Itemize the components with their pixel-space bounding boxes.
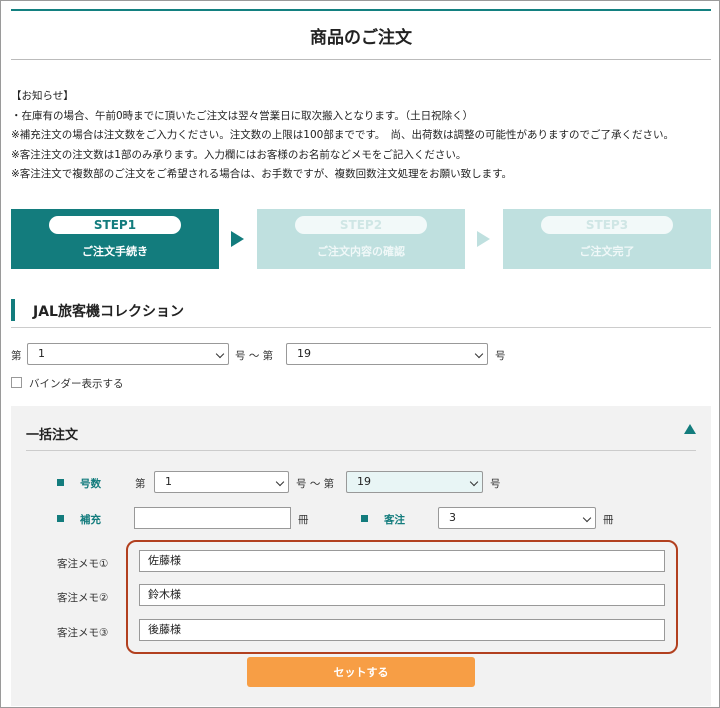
binder-label: バインダー表示する [29, 378, 124, 390]
notice-line: ※客注注文の注文数は1部のみ承ります。入力欄にはお客様のお名前などメモをご記入く… [11, 148, 467, 161]
issue-suffix: 号 [490, 478, 501, 490]
customer-order-value: 3 [449, 511, 456, 524]
square-bullet-icon [57, 479, 64, 486]
notice-line: ・在庫有の場合、午前0時までに頂いたご注文は翌々営業日に取次搬入となります。（土… [11, 109, 474, 122]
bulk-to-select[interactable]: 19 [346, 471, 483, 493]
range-to-value: 19 [297, 347, 311, 360]
section-accent-bar [11, 299, 15, 321]
step-2: STEP2 ご注文内容の確認 [257, 209, 465, 269]
step-arrow-icon [477, 231, 490, 247]
range-suffix: 号 [495, 350, 506, 362]
chevron-down-icon [474, 349, 484, 359]
set-button[interactable]: セットする [247, 657, 475, 687]
step-indicator: STEP1 ご注文手続き STEP2 ご注文内容の確認 STEP3 ご注文完了 [11, 209, 711, 269]
notice-line: 【お知らせ】 [11, 90, 74, 102]
customer-order-label: 客注 [384, 514, 405, 526]
collapse-triangle-icon[interactable] [684, 424, 696, 434]
memo-1-label: 客注メモ① [57, 558, 109, 570]
binder-checkbox[interactable] [11, 377, 22, 388]
step-3-number: STEP3 [541, 216, 673, 234]
step-1: STEP1 ご注文手続き [11, 209, 219, 269]
section-title: JAL旅客機コレクション [33, 304, 184, 320]
step-3: STEP3 ご注文完了 [503, 209, 711, 269]
notice-line: ※補充注文の場合は注文数をご入力ください。注文数の上限は100部までです。 尚、… [11, 129, 675, 141]
chevron-down-icon [582, 513, 592, 523]
section-header: JAL旅客機コレクション [11, 297, 711, 328]
step-3-label: ご注文完了 [579, 245, 635, 258]
notice-line: ※客注注文で複数部のご注文をご希望される場合は、お手数ですが、複数回数注文処理を… [11, 168, 513, 180]
square-bullet-icon [57, 515, 64, 522]
chevron-down-icon [469, 477, 479, 487]
square-bullet-icon [361, 515, 368, 522]
customer-order-select[interactable]: 3 [438, 507, 596, 529]
memo-2-label: 客注メモ② [57, 592, 109, 604]
issue-label: 号数 [80, 478, 101, 490]
range-from-select[interactable]: 1 [27, 343, 229, 365]
refill-label: 補充 [80, 514, 101, 526]
bulk-order-panel: 一括注文 号数 第 1 号 〜 第 19 号 補充 冊 客注 3 冊 客注メモ① [11, 406, 711, 706]
issue-prefix: 第 [135, 478, 146, 490]
page-title: 商品のご注文 [310, 27, 412, 48]
step-arrow-icon [231, 231, 244, 247]
memo-2-input[interactable]: 鈴木様 [139, 584, 665, 606]
bulk-to-value: 19 [357, 475, 371, 488]
memo-2-value: 鈴木様 [148, 588, 181, 601]
refill-quantity-input[interactable] [134, 507, 291, 529]
refill-unit: 冊 [298, 514, 309, 526]
bulk-order-title: 一括注文 [26, 428, 79, 443]
bulk-from-select[interactable]: 1 [154, 471, 289, 493]
chevron-down-icon [215, 349, 225, 359]
bulk-order-header[interactable]: 一括注文 [26, 418, 696, 451]
notice-block: 【お知らせ】 ・在庫有の場合、午前0時までに頂いたご注文は翌々営業日に取次搬入と… [11, 87, 716, 185]
memo-1-input[interactable]: 佐藤様 [139, 550, 665, 572]
step-2-number: STEP2 [295, 216, 427, 234]
issue-mid: 号 〜 第 [296, 478, 335, 490]
memo-3-label: 客注メモ③ [57, 627, 109, 639]
range-to-select[interactable]: 19 [286, 343, 488, 365]
page-frame: 商品のご注文 【お知らせ】 ・在庫有の場合、午前0時までに頂いたご注文は翌々営業… [0, 0, 720, 708]
step-1-number: STEP1 [49, 216, 181, 234]
page-header: 商品のご注文 [11, 9, 711, 60]
step-2-label: ご注文内容の確認 [317, 245, 405, 258]
bulk-from-value: 1 [165, 475, 172, 488]
step-1-label: ご注文手続き [82, 245, 148, 258]
chevron-down-icon [275, 477, 285, 487]
range-from-value: 1 [38, 347, 45, 360]
memo-3-input[interactable]: 後藤様 [139, 619, 665, 641]
memo-3-value: 後藤様 [148, 623, 181, 636]
customer-unit: 冊 [603, 514, 614, 526]
memo-1-value: 佐藤様 [148, 554, 181, 567]
range-prefix: 第 [11, 350, 22, 362]
range-mid: 号 〜 第 [235, 350, 274, 362]
